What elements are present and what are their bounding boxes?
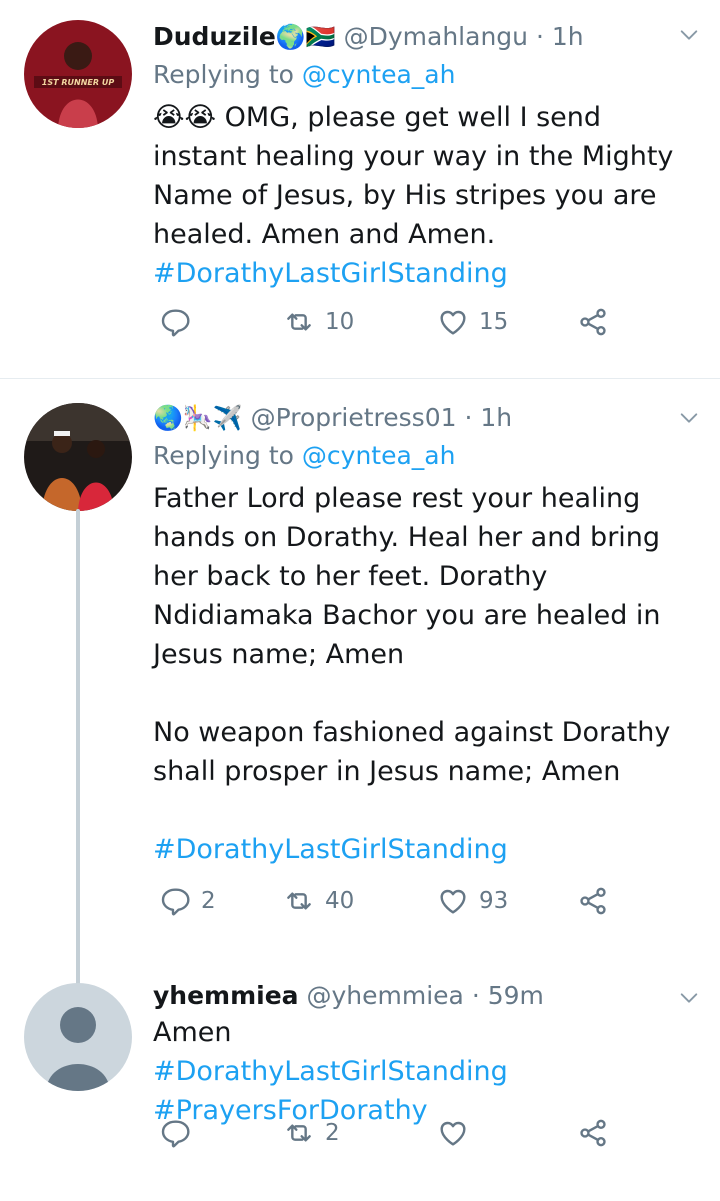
handle[interactable]: @Dymahlangu bbox=[344, 22, 528, 51]
timestamp[interactable]: 1h bbox=[552, 22, 584, 51]
chevron-down-icon[interactable] bbox=[678, 407, 700, 429]
like-button[interactable] bbox=[437, 1117, 479, 1149]
replying-handle-link[interactable]: @cyntea_ah bbox=[302, 60, 456, 89]
timestamp[interactable]: 59m bbox=[488, 981, 544, 1010]
separator-dot: · bbox=[471, 981, 480, 1010]
chevron-down-icon[interactable] bbox=[678, 987, 700, 1009]
retweet-icon bbox=[283, 1117, 315, 1149]
display-name[interactable]: yhemmiea bbox=[153, 981, 299, 1010]
name-emoji[interactable]: 🌏🎠✈️ bbox=[153, 404, 243, 432]
tweet-text: 😭😭 OMG, please get well I send instant h… bbox=[153, 102, 674, 250]
thread-connector-line bbox=[76, 509, 80, 985]
replying-label: Replying to bbox=[153, 441, 294, 470]
reply-button[interactable] bbox=[159, 1117, 201, 1149]
separator-dot: · bbox=[535, 22, 544, 51]
retweet-count: 10 bbox=[325, 309, 355, 335]
tweet-1[interactable]: 1ST RUNNER UP Duduzile🌍🇿🇦 @Dymahlangu · … bbox=[0, 0, 720, 378]
share-icon bbox=[577, 885, 609, 917]
share-button[interactable] bbox=[577, 306, 609, 338]
share-button[interactable] bbox=[577, 1117, 609, 1149]
avatar-image: 1ST RUNNER UP bbox=[24, 20, 132, 128]
tweet-text-paragraph-2: No weapon fashioned against Dorathy shal… bbox=[153, 717, 671, 787]
handle[interactable]: @Proprietress01 bbox=[251, 403, 457, 432]
share-icon bbox=[577, 306, 609, 338]
tweet-text-paragraph-1: Father Lord please rest your healing han… bbox=[153, 483, 661, 670]
timestamp[interactable]: 1h bbox=[480, 403, 512, 432]
reply-icon bbox=[159, 306, 191, 338]
replying-to: Replying to @cyntea_ah bbox=[153, 439, 702, 473]
retweet-count: 40 bbox=[325, 888, 355, 914]
retweet-icon bbox=[283, 306, 315, 338]
retweet-button[interactable]: 40 bbox=[283, 885, 354, 917]
tweet-text: Amen bbox=[153, 1017, 232, 1048]
tweet-body: 😭😭 OMG, please get well I send instant h… bbox=[153, 98, 702, 293]
retweet-count: 2 bbox=[325, 1120, 340, 1146]
chevron-down-icon[interactable] bbox=[678, 24, 700, 46]
heart-icon bbox=[437, 306, 469, 338]
like-count: 15 bbox=[479, 309, 509, 335]
heart-icon bbox=[437, 1117, 469, 1149]
tweet-2[interactable]: 🌏🎠✈️ @Proprietress01 · 1h Replying to @c… bbox=[0, 378, 720, 985]
tweet-header: 🌏🎠✈️ @Proprietress01 · 1h bbox=[153, 401, 702, 435]
reply-icon bbox=[159, 885, 191, 917]
reply-icon bbox=[159, 1117, 191, 1149]
hashtag-link[interactable]: #DorathyLastGirlStanding bbox=[153, 830, 702, 869]
handle[interactable]: @yhemmiea bbox=[307, 981, 464, 1010]
avatar-caption: 1ST RUNNER UP bbox=[42, 78, 115, 87]
like-button[interactable]: 93 bbox=[437, 885, 508, 917]
hashtag-link-1[interactable]: #DorathyLastGirlStanding bbox=[153, 1052, 702, 1091]
avatar-duduzile[interactable]: 1ST RUNNER UP bbox=[24, 20, 132, 128]
tweet-header: Duduzile🌍🇿🇦 @Dymahlangu · 1h bbox=[153, 20, 702, 54]
avatar-image bbox=[24, 403, 132, 511]
reply-button[interactable] bbox=[159, 306, 201, 338]
reply-button[interactable]: 2 bbox=[159, 885, 216, 917]
tweet-3[interactable]: yhemmiea @yhemmiea · 59m Amen #DorathyLa… bbox=[0, 979, 720, 1201]
retweet-button[interactable]: 10 bbox=[283, 306, 354, 338]
separator-dot: · bbox=[464, 403, 473, 432]
hashtag-link-2[interactable]: #PrayersForDorathy bbox=[153, 1091, 702, 1130]
replying-label: Replying to bbox=[153, 60, 294, 89]
share-button[interactable] bbox=[577, 885, 609, 917]
share-icon bbox=[577, 1117, 609, 1149]
hashtag-link[interactable]: #DorathyLastGirlStanding bbox=[153, 254, 702, 293]
like-button[interactable]: 15 bbox=[437, 306, 508, 338]
retweet-icon bbox=[283, 885, 315, 917]
avatar-default[interactable] bbox=[24, 983, 132, 1091]
default-profile-icon bbox=[24, 983, 132, 1091]
tweet-body: Father Lord please rest your healing han… bbox=[153, 479, 702, 869]
like-count: 93 bbox=[479, 888, 509, 914]
replying-handle-link[interactable]: @cyntea_ah bbox=[302, 441, 456, 470]
heart-icon bbox=[437, 885, 469, 917]
name-emoji: 🌍🇿🇦 bbox=[275, 23, 336, 51]
retweet-button[interactable]: 2 bbox=[283, 1117, 340, 1149]
tweet-body: Amen #DorathyLastGirlStanding #PrayersFo… bbox=[153, 1013, 702, 1130]
avatar-proprietress[interactable] bbox=[24, 403, 132, 511]
replying-to: Replying to @cyntea_ah bbox=[153, 58, 702, 92]
tweet-header: yhemmiea @yhemmiea · 59m bbox=[153, 979, 702, 1013]
reply-count: 2 bbox=[201, 888, 216, 914]
display-name[interactable]: Duduzile bbox=[153, 22, 276, 51]
